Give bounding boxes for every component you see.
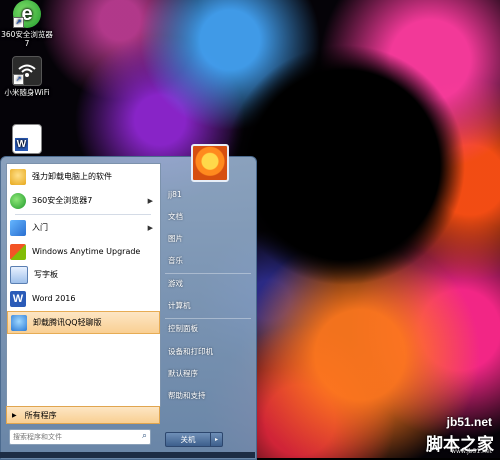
start-item-label: Windows Anytime Upgrade [32,247,141,256]
submenu-arrow-icon: ▶ [147,223,153,232]
right-item-user-folder[interactable]: jj81 [168,186,252,204]
start-item-label: 入门 [32,223,48,232]
taskbar [0,452,255,458]
triangle-right-icon: ▶ [12,411,17,419]
start-item-uninstall-software[interactable]: 强力卸载电脑上的软件 [7,165,158,188]
start-item-label: 写字板 [34,270,58,279]
desktop-icon-wifi[interactable]: ↗ 小米随身WiFi [0,56,54,97]
separator [15,214,151,215]
separator [165,273,251,274]
getting-started-icon [10,219,26,236]
right-item-documents[interactable]: 文档 [168,208,252,226]
desktop-icon-label: 360安全浏览器7 [1,30,53,48]
all-programs-label: 所有程序 [24,410,57,420]
right-item-pictures[interactable]: 图片 [168,230,252,248]
windows-logo-icon [10,243,26,260]
start-item-getting-started[interactable]: 入门 ▶ [7,216,158,239]
start-item-wordpad[interactable]: 写字板 [7,263,158,286]
right-item-default-programs[interactable]: 默认程序 [168,365,252,383]
start-item-uninstall-qq[interactable]: 卸载腾讯QQ轻聊版 [7,311,160,334]
search-input[interactable] [10,431,133,443]
desktop-icon-label: 小米随身WiFi [4,88,50,97]
desktop-icon-word-document[interactable] [0,124,54,156]
360-browser-icon: e ↗ [13,0,41,28]
start-item-label: 卸载腾讯QQ轻聊版 [33,318,102,327]
uninstall-icon [10,168,26,185]
start-item-windows-anytime-upgrade[interactable]: Windows Anytime Upgrade [7,240,158,263]
start-item-label: 强力卸载电脑上的软件 [32,172,112,181]
right-item-computer[interactable]: 计算机 [168,297,252,315]
watermark-url: www.jb51.net [451,448,492,455]
shutdown-options-button[interactable]: ▸ [210,432,223,447]
watermark-site: jb51.net [446,415,492,429]
submenu-arrow-icon: ▶ [147,196,153,205]
desktop-icon-360-browser[interactable]: e ↗ 360安全浏览器7 [0,0,54,48]
qq-uninstall-icon [11,314,27,331]
word-icon: W [10,290,26,307]
right-item-control-panel[interactable]: 控制面板 [168,320,252,338]
start-menu: 强力卸载电脑上的软件 360安全浏览器7 ▶ 入门 ▶ Windows Anyt… [0,144,257,460]
wordpad-icon [10,265,28,284]
search-icon[interactable]: ⌕ [142,431,147,441]
start-item-label: 360安全浏览器7 [32,196,93,205]
start-search-box[interactable]: ⌕ [9,429,151,445]
word-document-icon [12,124,42,154]
start-item-word-2016[interactable]: W Word 2016 [7,287,158,310]
all-programs-button[interactable]: ▶ 所有程序 [6,406,160,424]
right-item-devices-printers[interactable]: 设备和打印机 [168,343,252,361]
start-item-label: Word 2016 [32,294,76,303]
right-item-games[interactable]: 游戏 [168,275,252,293]
start-item-360-browser[interactable]: 360安全浏览器7 ▶ [7,189,158,212]
shutdown-button[interactable]: 关机 [165,432,211,447]
right-item-help-support[interactable]: 帮助和支持 [168,387,252,405]
user-avatar[interactable] [191,144,229,182]
separator [165,318,251,319]
360-browser-icon [10,192,26,209]
wifi-icon: ↗ [12,56,42,86]
right-item-music[interactable]: 音乐 [168,252,252,270]
